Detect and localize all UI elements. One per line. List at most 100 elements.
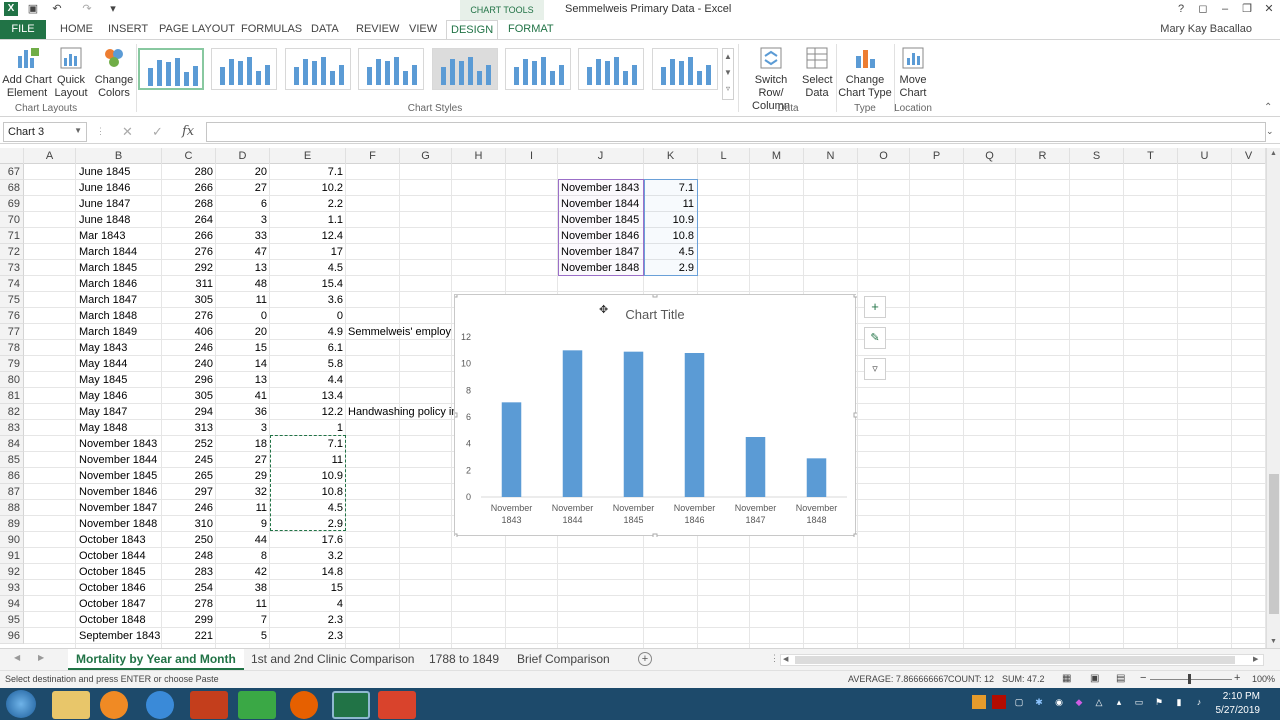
action-center-icon[interactable]: ⚑: [1152, 695, 1166, 709]
tab-page-layout[interactable]: PAGE LAYOUT: [155, 20, 239, 39]
column-header[interactable]: U: [1178, 148, 1232, 164]
internet-explorer-icon[interactable]: [146, 691, 174, 719]
row-header[interactable]: 88: [0, 500, 24, 516]
row-header[interactable]: 68: [0, 180, 24, 196]
date-cell[interactable]: October 1843: [79, 532, 159, 548]
births-cell[interactable]: 292: [162, 260, 213, 276]
date-cell[interactable]: November 1848: [79, 516, 159, 532]
deaths-cell[interactable]: 14: [216, 356, 267, 372]
row-header[interactable]: 77: [0, 324, 24, 340]
clock-date[interactable]: 5/27/2019: [1208, 705, 1261, 716]
births-cell[interactable]: 268: [162, 196, 213, 212]
minimize-icon[interactable]: –: [1218, 2, 1232, 16]
births-cell[interactable]: 264: [162, 212, 213, 228]
date-cell[interactable]: June 1846: [79, 180, 159, 196]
user-name[interactable]: Mary Kay Bacallao: [1160, 23, 1252, 35]
column-header[interactable]: P: [910, 148, 964, 164]
column-header[interactable]: M: [750, 148, 804, 164]
column-header[interactable]: Q: [964, 148, 1016, 164]
move-chart-button[interactable]: Move Chart: [896, 42, 930, 100]
rate-cell[interactable]: 17: [270, 244, 343, 260]
scroll-up-icon[interactable]: ▲: [1270, 150, 1277, 157]
deaths-cell[interactable]: 44: [216, 532, 267, 548]
tab-view[interactable]: VIEW: [405, 20, 441, 39]
zoom-in-icon[interactable]: +: [1234, 672, 1240, 684]
formula-input[interactable]: [206, 122, 1266, 142]
chart-style-thumbnail[interactable]: [138, 48, 204, 90]
date-cell[interactable]: November 1845: [79, 468, 159, 484]
rate-cell[interactable]: 0: [270, 308, 343, 324]
deaths-cell[interactable]: 20: [216, 164, 267, 180]
file-explorer-icon[interactable]: [52, 691, 90, 719]
select-all-corner[interactable]: [0, 148, 24, 164]
births-cell[interactable]: 311: [162, 276, 213, 292]
sheet-tab-mortality[interactable]: Mortality by Year and Month: [68, 649, 244, 670]
chart-style-thumbnail[interactable]: [432, 48, 498, 90]
help-icon[interactable]: ?: [1174, 2, 1188, 16]
row-header[interactable]: 80: [0, 372, 24, 388]
row-header[interactable]: 73: [0, 260, 24, 276]
births-cell[interactable]: 294: [162, 404, 213, 420]
chart-style-thumbnail[interactable]: [652, 48, 718, 90]
row-header[interactable]: 69: [0, 196, 24, 212]
change-chart-type-button[interactable]: Change Chart Type: [838, 42, 892, 100]
rate-cell[interactable]: 2.3: [270, 628, 343, 644]
date-cell[interactable]: March 1845: [79, 260, 159, 276]
date-cell[interactable]: March 1849: [79, 324, 159, 340]
restore-icon[interactable]: ❐: [1240, 2, 1254, 16]
date-cell[interactable]: October 1848: [79, 612, 159, 628]
date-cell[interactable]: September 1843: [79, 628, 160, 644]
births-cell[interactable]: 305: [162, 388, 213, 404]
page-layout-view-icon[interactable]: ▣: [1090, 673, 1099, 684]
births-cell[interactable]: 299: [162, 612, 213, 628]
column-header[interactable]: K: [644, 148, 698, 164]
chart-style-thumbnail[interactable]: [211, 48, 277, 90]
row-header[interactable]: 78: [0, 340, 24, 356]
births-cell[interactable]: 310: [162, 516, 213, 532]
sheet-tab-brief-comparison[interactable]: Brief Comparison: [509, 649, 618, 670]
deaths-cell[interactable]: 32: [216, 484, 267, 500]
status-sum[interactable]: SUM: 47.2: [1002, 674, 1045, 684]
date-cell[interactable]: June 1845: [79, 164, 159, 180]
start-button-icon[interactable]: [6, 690, 36, 718]
date-cell[interactable]: November 1843: [79, 436, 159, 452]
tray-shield-icon[interactable]: ◆: [1072, 695, 1086, 709]
tab-file[interactable]: FILE: [0, 20, 46, 39]
add-chart-element-button[interactable]: Add Chart Element: [2, 42, 52, 100]
new-sheet-icon[interactable]: +: [638, 652, 652, 666]
chart-object[interactable]: Chart Title 0 2 4 6 8 10 12 November 1843 November…: [454, 294, 857, 537]
acrobat-tray-icon[interactable]: [992, 695, 1006, 709]
deaths-cell[interactable]: 29: [216, 468, 267, 484]
column-header[interactable]: J: [558, 148, 644, 164]
deaths-cell[interactable]: 38: [216, 580, 267, 596]
powerpoint-icon[interactable]: [190, 691, 228, 719]
deaths-cell[interactable]: 5: [216, 628, 267, 644]
row-header[interactable]: 82: [0, 404, 24, 420]
row-header[interactable]: 90: [0, 532, 24, 548]
vertical-scrollbar[interactable]: ▲ ▼: [1266, 148, 1280, 648]
rate-cell[interactable]: 4.9: [270, 324, 343, 340]
date-cell[interactable]: October 1845: [79, 564, 159, 580]
date-cell[interactable]: March 1844: [79, 244, 159, 260]
chart-style-thumbnail[interactable]: [505, 48, 571, 90]
row-header[interactable]: 85: [0, 452, 24, 468]
deaths-cell[interactable]: 20: [216, 324, 267, 340]
date-cell[interactable]: June 1848: [79, 212, 159, 228]
column-header[interactable]: S: [1070, 148, 1124, 164]
zoom-out-icon[interactable]: −: [1140, 672, 1146, 684]
births-cell[interactable]: 276: [162, 308, 213, 324]
source-value-cell[interactable]: 4.5: [644, 244, 694, 260]
births-cell[interactable]: 246: [162, 340, 213, 356]
row-header[interactable]: 96: [0, 628, 24, 644]
column-header[interactable]: H: [452, 148, 506, 164]
volume-icon[interactable]: ♪: [1192, 695, 1206, 709]
chart-style-thumbnail[interactable]: [578, 48, 644, 90]
births-cell[interactable]: 265: [162, 468, 213, 484]
chart-style-thumbnail[interactable]: [358, 48, 424, 90]
rate-cell[interactable]: 1.1: [270, 212, 343, 228]
rate-cell[interactable]: 4.4: [270, 372, 343, 388]
row-header[interactable]: 91: [0, 548, 24, 564]
row-header[interactable]: 71: [0, 228, 24, 244]
scroll-right-icon[interactable]: ▶: [1253, 655, 1258, 663]
date-cell[interactable]: May 1843: [79, 340, 159, 356]
